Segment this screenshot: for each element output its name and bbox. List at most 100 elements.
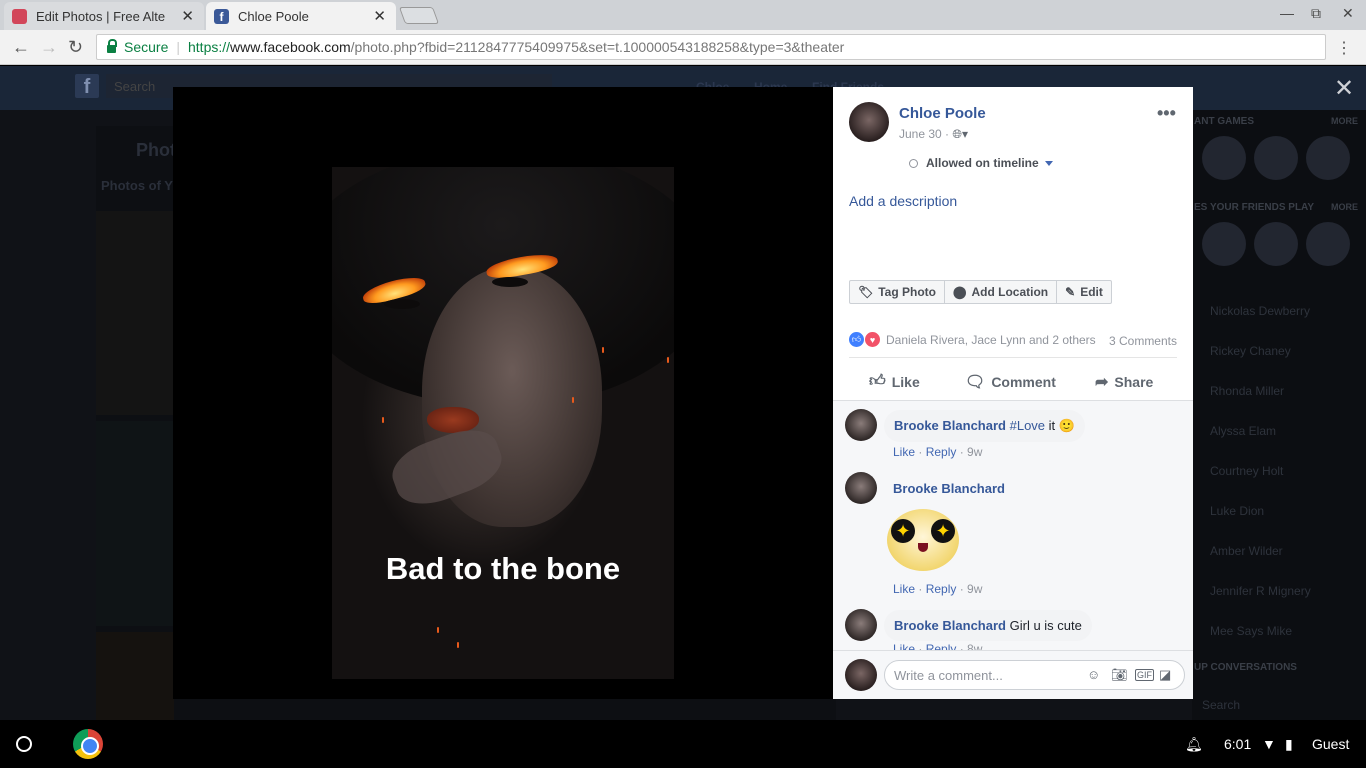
star-eyes-sticker: ✦ ✦ (887, 509, 959, 571)
tab-title: Chloe Poole (238, 8, 309, 24)
photos-title: Phot (136, 140, 176, 160)
close-window-icon[interactable]: ✕ (1342, 5, 1354, 22)
edit-button[interactable]: ✎ Edit (1057, 281, 1111, 303)
launcher-icon[interactable] (16, 736, 32, 752)
contact-item[interactable]: Luke Dion (1210, 504, 1264, 518)
contact-item[interactable]: Nickolas Dewberry (1210, 304, 1310, 318)
star-icon: ✦ (891, 519, 915, 543)
comment-reply-link[interactable]: Reply (926, 445, 957, 459)
game-icon[interactable] (1202, 222, 1246, 266)
smile-emoji-icon: 🙂 (1058, 418, 1075, 433)
chrome-app-icon[interactable] (73, 729, 103, 759)
sticker-icon[interactable]: ◪ (1159, 667, 1171, 683)
game-icon[interactable] (1254, 136, 1298, 180)
commenter-avatar[interactable] (845, 609, 877, 641)
facebook-logo-icon[interactable]: f (75, 74, 99, 98)
comment-bubble: Brooke Blanchard #Love it 🙂 (884, 410, 1085, 442)
comment-reply-link[interactable]: Reply (926, 642, 957, 650)
pencil-icon: ✎ (1065, 285, 1076, 299)
new-tab-button[interactable] (398, 7, 440, 24)
current-user-avatar (845, 659, 877, 691)
tab-edit-photos[interactable]: Edit Photos | Free Alterna ✕ (4, 2, 204, 30)
right-sidebar: ANT GAMES MORE ES YOUR FRIENDS PLAY MORE… (1192, 110, 1366, 720)
browser-menu-icon[interactable]: ⋮ (1336, 38, 1352, 58)
hashtag-link[interactable]: #Love (1010, 418, 1045, 433)
photo-thumbnail[interactable] (96, 632, 174, 720)
commenter-name[interactable]: Brooke Blanchard (894, 618, 1006, 633)
post-date-link[interactable]: June 30 · (899, 127, 949, 141)
contact-item[interactable]: Rhonda Miller (1210, 384, 1284, 398)
browser-tab-strip: Edit Photos | Free Alterna ✕ f Chloe Poo… (0, 0, 1366, 30)
comment-time[interactable]: 9w (967, 445, 982, 459)
contact-item[interactable]: Amber Wilder (1210, 544, 1283, 558)
photo-thumbnail[interactable] (96, 421, 174, 626)
emoji-icon[interactable]: ☺ (1087, 667, 1100, 682)
tab-chloe-poole[interactable]: f Chloe Poole ✕ (206, 2, 396, 30)
like-button[interactable]: 👍︎ Like (869, 372, 920, 391)
more-link[interactable]: MORE (1331, 116, 1358, 126)
os-taskbar: 🔔︎ 6:01 ▼ ▮ Guest (0, 720, 1366, 768)
close-theater-icon[interactable]: ✕ (1334, 74, 1354, 103)
contact-item[interactable]: Rickey Chaney (1210, 344, 1291, 358)
globe-icon[interactable]: 🌐︎▾ (952, 127, 968, 141)
love-reaction-icon: ♥ (865, 332, 880, 347)
tag-photo-button[interactable]: 🏷︎ Tag Photo (850, 281, 946, 303)
contact-item[interactable]: Jennifer R Mignery (1210, 584, 1311, 598)
gif-icon[interactable]: GIF (1135, 669, 1154, 681)
wifi-icon[interactable]: ▼ (1262, 736, 1276, 752)
status-circle-icon (909, 158, 918, 168)
game-icon[interactable] (1306, 136, 1350, 180)
comment-button[interactable]: 🗨︎ Comment (965, 372, 1056, 392)
user-label[interactable]: Guest (1312, 736, 1349, 752)
photo-stage[interactable]: Bad to the bone (173, 87, 833, 699)
author-avatar[interactable] (849, 102, 889, 142)
options-more-icon[interactable]: ••• (1157, 103, 1176, 124)
share-button[interactable]: ➦ Share (1095, 372, 1153, 392)
battery-icon[interactable]: ▮ (1285, 736, 1293, 753)
add-description-link[interactable]: Add a description (849, 193, 957, 209)
game-icon[interactable] (1306, 222, 1350, 266)
more-link[interactable]: MORE (1331, 202, 1358, 212)
comment-reply-link[interactable]: Reply (926, 582, 957, 596)
commenter-avatar[interactable] (845, 409, 877, 441)
comment-like-link[interactable]: Like (893, 582, 915, 596)
comment-like-link[interactable]: Like (893, 445, 915, 459)
back-arrow-icon[interactable]: ← (12, 37, 30, 58)
reload-icon[interactable]: ↻ (68, 37, 83, 58)
commenter-name[interactable]: Brooke Blanchard (893, 481, 1005, 496)
notification-bell-icon[interactable]: 🔔︎ (1185, 736, 1203, 753)
address-bar[interactable]: Secure | https:// www.facebook.com /phot… (96, 34, 1326, 60)
author-name[interactable]: Chloe Poole (899, 105, 986, 122)
contact-search-input[interactable]: Search (1202, 698, 1240, 712)
commenter-avatar[interactable] (845, 472, 877, 504)
timeline-status[interactable]: Allowed on timeline (909, 156, 1053, 170)
contact-item[interactable]: Courtney Holt (1210, 464, 1283, 478)
maximize-icon[interactable]: ⧉ (1311, 5, 1321, 22)
comment-time[interactable]: 9w (967, 582, 982, 596)
photo-action-buttons: 🏷︎ Tag Photo ⬤ Add Location ✎ Edit (849, 280, 1112, 304)
contact-item[interactable]: Alyssa Elam (1210, 424, 1276, 438)
photo-thumbnail[interactable] (96, 211, 174, 415)
comment-like-link[interactable]: Like (893, 642, 915, 650)
close-tab-icon[interactable]: ✕ (181, 7, 194, 25)
lock-icon (107, 39, 117, 53)
camera-icon[interactable]: 📷︎ (1111, 667, 1128, 683)
games-friends-play-heading: ES YOUR FRIENDS PLAY (1194, 202, 1315, 213)
game-icon[interactable] (1254, 222, 1298, 266)
clock-time[interactable]: 6:01 (1224, 736, 1251, 752)
comment-count[interactable]: 3 Comments (1109, 334, 1177, 348)
comment-bubble: Brooke Blanchard Girl u is cute (884, 610, 1092, 641)
game-icon[interactable] (1202, 136, 1246, 180)
comment-icon: 🗨︎ (965, 374, 986, 391)
close-tab-icon[interactable]: ✕ (373, 7, 386, 25)
contact-item[interactable]: Mee Says Mike (1210, 624, 1292, 638)
reactions-summary[interactable]: 👍︎ ♥ Daniela Rivera, Jace Lynn and 2 oth… (849, 332, 1096, 347)
minimize-icon[interactable]: — (1280, 5, 1294, 21)
comments-list: Brooke Blanchard #Love it 🙂 Like · Reply… (833, 400, 1193, 650)
forward-arrow-icon[interactable]: → (40, 37, 58, 58)
commenter-name[interactable]: Brooke Blanchard (894, 418, 1006, 433)
post-date: June 30 · 🌐︎▾ (899, 127, 968, 142)
add-location-button[interactable]: ⬤ Add Location (945, 281, 1058, 303)
comment-time[interactable]: 8w (967, 642, 982, 650)
share-arrow-icon: ➦ (1095, 374, 1109, 391)
